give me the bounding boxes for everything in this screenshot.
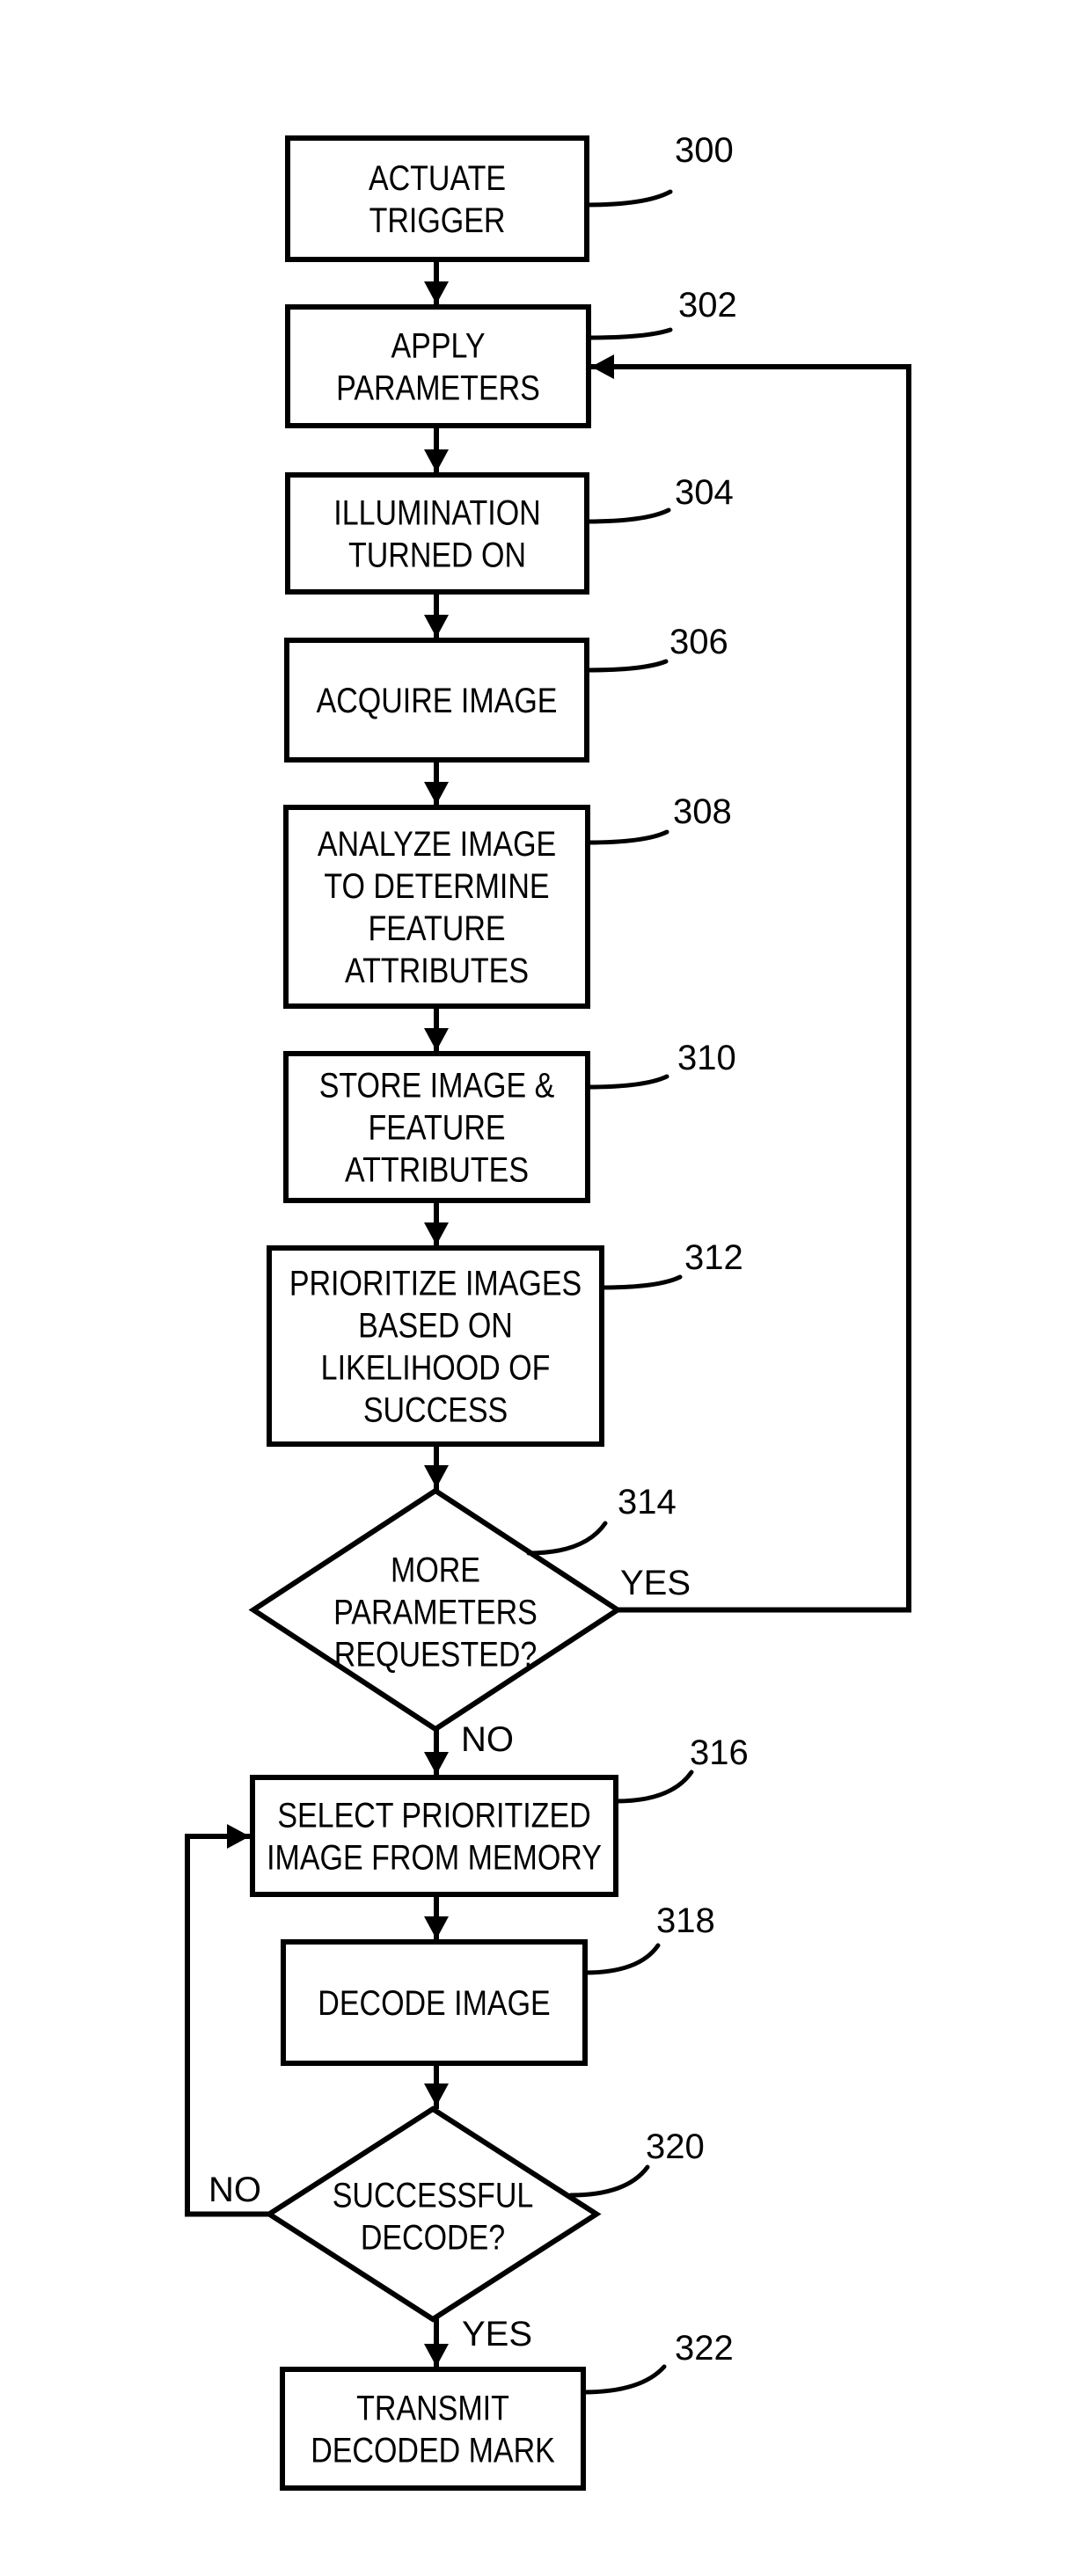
leader-line [581, 2364, 667, 2395]
node-text-line: TRIGGER [369, 200, 506, 239]
process-box-308: ANALYZE IMAGETO DETERMINEFEATUREATTRIBUT… [283, 805, 590, 1009]
leader-line [585, 829, 669, 845]
node-text-line: ACTUATE [369, 157, 506, 197]
node-text-line: PARAMETERS [336, 368, 540, 407]
reference-numeral: 318 [656, 1901, 715, 1940]
reference-numeral: 304 [675, 473, 734, 512]
connector-318-to-320 [424, 2061, 449, 2109]
leader-line [585, 1074, 669, 1090]
process-box-306: ACQUIRE IMAGE [284, 638, 589, 763]
node-text-line: FEATURE [368, 908, 505, 947]
arrowhead-icon [424, 1222, 449, 1245]
process-box-302: APPLYPARAMETERS [285, 304, 591, 428]
node-text-line: TO DETERMINE [324, 865, 549, 905]
connector-306-to-308 [424, 757, 449, 807]
connector-314-to-302 [589, 354, 911, 1613]
process-box-310: STORE IMAGE &FEATUREATTRIBUTES [283, 1051, 590, 1203]
arrowhead-icon [424, 449, 449, 472]
node-text-line: SUCCESS [363, 1390, 508, 1429]
leader-line [584, 659, 669, 673]
connector-300-to-302 [424, 257, 449, 307]
arrowhead-icon [424, 2083, 449, 2106]
node-text-line: MORE [391, 1550, 480, 1589]
process-box-316: SELECT PRIORITIZEDIMAGE FROM MEMORY [250, 1775, 618, 1897]
connector-line [589, 364, 911, 1613]
node-text-line: IMAGE FROM MEMORY [267, 1837, 602, 1877]
connector-312-to-314 [424, 1441, 449, 1491]
node-text-line: ANALYZE IMAGE [318, 823, 556, 863]
node-text-line: SUCCESSFUL [333, 2175, 534, 2215]
node-text-line: ATTRIBUTES [345, 1149, 529, 1189]
node-text-line: FEATURE [368, 1107, 505, 1147]
arrowhead-icon [424, 281, 449, 304]
node-text-line: PRIORITIZE IMAGES [289, 1263, 582, 1303]
connector-320-to-322 [424, 2317, 449, 2369]
connector-308-to-310 [424, 1003, 449, 1054]
leader-line [613, 1770, 694, 1804]
node-text-line: DECODE? [361, 2217, 505, 2257]
node-text-line: TRANSMIT [356, 2388, 509, 2427]
node-text-line: STORE IMAGE & [319, 1065, 555, 1105]
connector-302-to-304 [424, 423, 449, 475]
node-text-line: ATTRIBUTES [345, 950, 529, 989]
reference-numeral: 320 [646, 2127, 705, 2166]
leader-line [582, 1943, 661, 1975]
edge-label-yes: YES [620, 1564, 691, 1602]
arrowhead-icon [424, 782, 449, 805]
arrowhead-icon [424, 2344, 449, 2367]
node-text-line: ACQUIRE IMAGE [317, 680, 558, 719]
arrowhead-icon [424, 1465, 449, 1488]
reference-numeral: 312 [684, 1238, 743, 1277]
node-text-line: DECODED MARK [311, 2430, 555, 2470]
connector-304-to-306 [424, 589, 449, 640]
flow-nodes: ACTUATETRIGGERAPPLYPARAMETERSILLUMINATIO… [248, 135, 623, 2491]
process-box-312: PRIORITIZE IMAGESBASED ONLIKELIHOOD OFSU… [267, 1245, 604, 1447]
arrowhead-icon [424, 615, 449, 638]
node-text-line: PARAMETERS [333, 1592, 538, 1631]
node-text-line: SELECT PRIORITIZED [277, 1795, 590, 1835]
reference-numeral: 302 [678, 286, 737, 325]
arrowhead-icon [424, 1916, 449, 1939]
node-text-line: APPLY [391, 325, 485, 365]
arrowhead-icon [424, 1752, 449, 1775]
arrowhead-icon [591, 354, 614, 379]
edge-label-no: NO [208, 2171, 261, 2209]
connector-314-to-316 [424, 1726, 449, 1777]
reference-numeral: 314 [618, 1483, 677, 1522]
node-text-line: REQUESTED? [334, 1634, 537, 1674]
reference-numeral: 316 [690, 1733, 749, 1772]
node-text-line: DECODE IMAGE [318, 1982, 550, 2022]
decision-314: MOREPARAMETERSREQUESTED? [248, 1487, 623, 1733]
leader-line [526, 1521, 608, 1556]
process-box-322: TRANSMITDECODED MARK [280, 2367, 586, 2491]
arrowhead-icon [227, 1824, 250, 1849]
edge-label-no: NO [461, 1720, 514, 1759]
flowchart-figure: ACTUATETRIGGERAPPLYPARAMETERSILLUMINATIO… [185, 131, 911, 2491]
reference-numeral: 322 [675, 2329, 734, 2368]
reference-numeral: 310 [677, 1039, 736, 1077]
node-text-line: TURNED ON [348, 535, 526, 574]
leader-line [568, 2164, 650, 2198]
reference-numeral: 306 [669, 623, 728, 661]
node-text-line: ILLUMINATION [333, 493, 540, 532]
leader-line [584, 507, 671, 524]
connector-316-to-318 [424, 1892, 449, 1942]
reference-numeral: 300 [675, 131, 734, 170]
process-box-300: ACTUATETRIGGER [285, 135, 589, 262]
process-box-318: DECODE IMAGE [281, 1939, 588, 2066]
process-box-304: ILLUMINATIONTURNED ON [285, 472, 589, 595]
leader-line [599, 1274, 683, 1290]
process-rect [285, 135, 589, 262]
node-text-line: LIKELIHOOD OF [321, 1347, 551, 1387]
decision-320: SUCCESSFULDECODE? [264, 2105, 602, 2323]
leader-line [584, 189, 673, 208]
reference-numeral: 308 [673, 792, 732, 831]
connector-310-to-312 [424, 1198, 449, 1248]
leader-line [586, 327, 673, 340]
edge-label-yes: YES [462, 2315, 532, 2353]
arrowhead-icon [424, 1028, 449, 1051]
node-text-line: BASED ON [358, 1305, 513, 1345]
